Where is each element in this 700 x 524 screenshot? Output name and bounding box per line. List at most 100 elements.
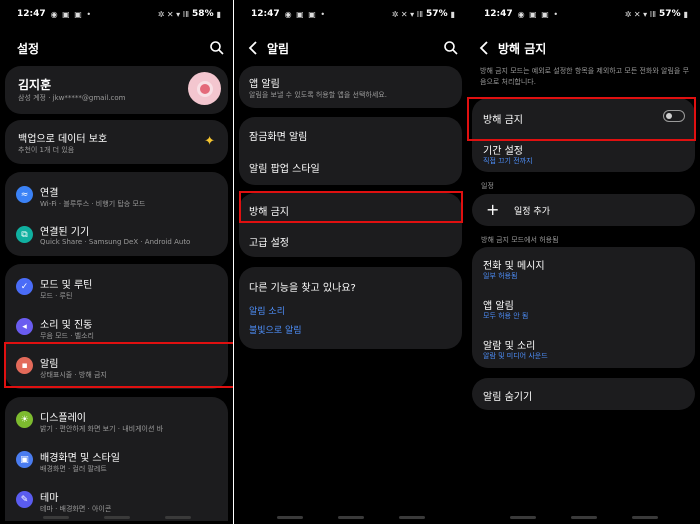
backup-sub: 추천이 1개 더 있음: [18, 146, 75, 154]
item-sub: Quick Share · Samsung DeX · Android Auto: [40, 238, 191, 246]
lockscreen-group-card: 잠금화면 알림 알림 팝업 스타일: [239, 117, 462, 185]
signal-icons: ✲ ✕ ▾ ⅠⅡ: [157, 9, 190, 19]
item-label: 디스플레이: [40, 413, 86, 424]
do-not-disturb-screen: 12:47 ◉ ▣ ▣ • ✲ ✕ ▾ ⅠⅡ 57% ▮ 방해 금지 방해 금지…: [467, 0, 700, 524]
connections-card: ≈ 연결 Wi-Fi · 블루투스 · 비행기 탑승 모드 ⧉ 연결된 기기 Q…: [5, 172, 228, 256]
notification-sounds-link[interactable]: 알림 소리: [249, 304, 285, 317]
signal-icons: ✲ ✕ ▾ ⅠⅡ: [391, 9, 424, 19]
battery-icon: ▮: [216, 9, 221, 19]
status-right: ✲ ✕ ▾ ⅠⅡ 57% ▮: [392, 9, 455, 19]
allowed-item-apps[interactable]: 앱 알림 모두 허용 안 됨: [472, 289, 695, 327]
check-circle-icon: ✓: [16, 278, 33, 295]
app-notifications-title: 앱 알림: [249, 79, 280, 90]
allowed-title: 앱 알림: [483, 301, 514, 312]
schedule-section-label: 일정: [481, 182, 494, 190]
notification-icons: ◉ ▣ ▣ •: [517, 9, 560, 19]
duration-sub: 직접 끄기 전까지: [483, 157, 533, 165]
profile-name: 김지훈: [18, 78, 52, 92]
brush-icon: ✎: [16, 491, 33, 508]
status-time: 12:47: [251, 9, 280, 19]
item-sub: Wi-Fi · 블루투스 · 비행기 탑승 모드: [40, 200, 146, 208]
item-label: 배경화면 및 스타일: [40, 453, 120, 464]
notification-icons: ◉ ▣ ▣ •: [50, 9, 93, 19]
status-right: ✲ ✕ ▾ ⅠⅡ 57% ▮: [625, 9, 688, 19]
advanced-settings[interactable]: 고급 설정: [249, 234, 289, 249]
settings-item-connections[interactable]: ≈ 연결 Wi-Fi · 블루투스 · 비행기 탑승 모드: [5, 176, 228, 214]
battery-icon: ▮: [683, 9, 688, 19]
allowed-title: 전화 및 메시지: [483, 261, 545, 272]
status-bar: 12:47 ◉ ▣ ▣ • ✲ ✕ ▾ ⅠⅡ 57% ▮: [234, 0, 467, 28]
highlight-notifications: [4, 342, 233, 388]
page-title: 방해 금지: [498, 41, 547, 56]
highlight-dnd-toggle: [467, 97, 696, 141]
settings-header: 설정: [0, 36, 233, 60]
light-notification-link[interactable]: 불빛으로 알림: [249, 323, 302, 336]
nav-bar: [467, 516, 700, 519]
popup-style[interactable]: 알림 팝업 스타일: [249, 160, 320, 175]
page-title: 알림: [267, 41, 290, 56]
battery-text: 57%: [659, 9, 681, 19]
allowed-title: 알람 및 소리: [483, 341, 536, 352]
app-notifications-sub: 알림을 보낼 수 있도록 허용할 앱을 선택하세요.: [249, 91, 387, 99]
item-sub: 배경화면 · 컬러 팔레트: [40, 465, 107, 473]
settings-item-display[interactable]: ☀ 디스플레이 밝기 · 편안하게 화면 보기 · 내비게이션 바: [5, 401, 228, 439]
page-title: 설정: [17, 41, 40, 56]
signal-icons: ✲ ✕ ▾ ⅠⅡ: [624, 9, 657, 19]
allowed-section-label: 방해 금지 모드에서 허용됨: [481, 236, 559, 244]
allowed-sub: 모두 허용 안 됨: [483, 312, 529, 320]
settings-item-themes[interactable]: ✎ 테마 테마 · 배경화면 · 아이콘: [5, 481, 228, 519]
stage: 12:47 ◉ ▣ ▣ • ✲ ✕ ▾ ⅠⅡ 58% ▮ 설정 김지훈 삼성 계…: [0, 0, 700, 524]
status-bar: 12:47 ◉ ▣ ▣ • ✲ ✕ ▾ ⅠⅡ 57% ▮: [467, 0, 700, 28]
status-time: 12:47: [484, 9, 513, 19]
profile-card[interactable]: 김지훈 삼성 계정 · jkw*****@gmail.com: [5, 66, 228, 114]
search-icon[interactable]: [209, 40, 225, 56]
backup-title: 백업으로 데이터 보호: [18, 134, 108, 145]
sparkle-icon: ✦: [204, 134, 215, 149]
profile-account: 삼성 계정 · jkw*****@gmail.com: [18, 94, 126, 102]
display-card: ☀ 디스플레이 밝기 · 편안하게 화면 보기 · 내비게이션 바 ▣ 배경화면…: [5, 397, 228, 521]
lockscreen-notifications[interactable]: 잠금화면 알림: [249, 128, 307, 143]
image-icon: ▣: [16, 451, 33, 468]
nav-bar: [234, 516, 467, 519]
notification-icons: ◉ ▣ ▣ •: [284, 9, 327, 19]
item-label: 소리 및 진동: [40, 320, 93, 331]
backup-card[interactable]: 백업으로 데이터 보호 추천이 1개 더 있음 ✦: [5, 120, 228, 164]
item-label: 테마: [40, 493, 59, 504]
highlight-do-not-disturb: [239, 191, 463, 223]
allowed-sub: 알람 및 미디어 사운드: [483, 352, 548, 360]
looking-for-title: 다른 기능을 찾고 있나요?: [249, 283, 356, 294]
hide-notifications-card[interactable]: 알림 숨기기: [472, 378, 695, 410]
settings-item-sound[interactable]: ◂ 소리 및 진동 무음 모드 · 벨소리: [5, 308, 228, 346]
settings-item-wallpaper[interactable]: ▣ 배경화면 및 스타일 배경화면 · 컬러 팔레트: [5, 441, 228, 479]
search-icon[interactable]: [443, 40, 459, 56]
status-time: 12:47: [17, 9, 46, 19]
looking-for-card: 다른 기능을 찾고 있나요? 알림 소리 불빛으로 알림: [239, 267, 462, 349]
plus-icon: +: [486, 200, 500, 219]
settings-item-modes[interactable]: ✓ 모드 및 루틴 모드 · 루틴: [5, 268, 228, 306]
settings-item-connected-devices[interactable]: ⧉ 연결된 기기 Quick Share · Samsung DeX · And…: [5, 216, 228, 254]
add-schedule-button[interactable]: + 일정 추가: [472, 194, 695, 226]
sun-icon: ☀: [16, 411, 33, 428]
speaker-icon: ◂: [16, 318, 33, 335]
duration-title[interactable]: 기간 설정: [483, 142, 523, 157]
settings-screen: 12:47 ◉ ▣ ▣ • ✲ ✕ ▾ ⅠⅡ 58% ▮ 설정 김지훈 삼성 계…: [0, 0, 233, 524]
hide-notifications-label: 알림 숨기기: [483, 392, 533, 403]
item-label: 연결: [40, 188, 59, 199]
allowed-item-alarms[interactable]: 알람 및 소리 알람 및 미디어 사운드: [472, 329, 695, 367]
allowed-item-calls[interactable]: 전화 및 메시지 일부 허용됨: [472, 249, 695, 287]
status-bar: 12:47 ◉ ▣ ▣ • ✲ ✕ ▾ ⅠⅡ 58% ▮: [0, 0, 233, 28]
devices-icon: ⧉: [16, 226, 33, 243]
back-arrow-icon[interactable]: [246, 40, 262, 56]
item-sub: 무음 모드 · 벨소리: [40, 332, 94, 340]
app-notifications-card[interactable]: 앱 알림 알림을 보낼 수 있도록 허용할 앱을 선택하세요.: [239, 66, 462, 108]
notifications-screen: 12:47 ◉ ▣ ▣ • ✲ ✕ ▾ ⅠⅡ 57% ▮ 알림 앱 알림 알림을…: [234, 0, 467, 524]
allowed-card: 전화 및 메시지 일부 허용됨 앱 알림 모두 허용 안 됨 알람 및 소리 알…: [472, 247, 695, 368]
battery-text: 58%: [192, 9, 214, 19]
status-right: ✲ ✕ ▾ ⅠⅡ 58% ▮: [158, 9, 221, 19]
dnd-description: 방해 금지 모드는 예외로 설정한 항목을 제외하고 모든 전화와 알림을 무음…: [480, 67, 690, 86]
back-arrow-icon[interactable]: [477, 40, 493, 56]
item-label: 연결된 기기: [40, 227, 90, 238]
item-sub: 모드 · 루틴: [40, 292, 73, 300]
item-sub: 테마 · 배경화면 · 아이콘: [40, 505, 112, 513]
avatar[interactable]: [188, 72, 221, 105]
